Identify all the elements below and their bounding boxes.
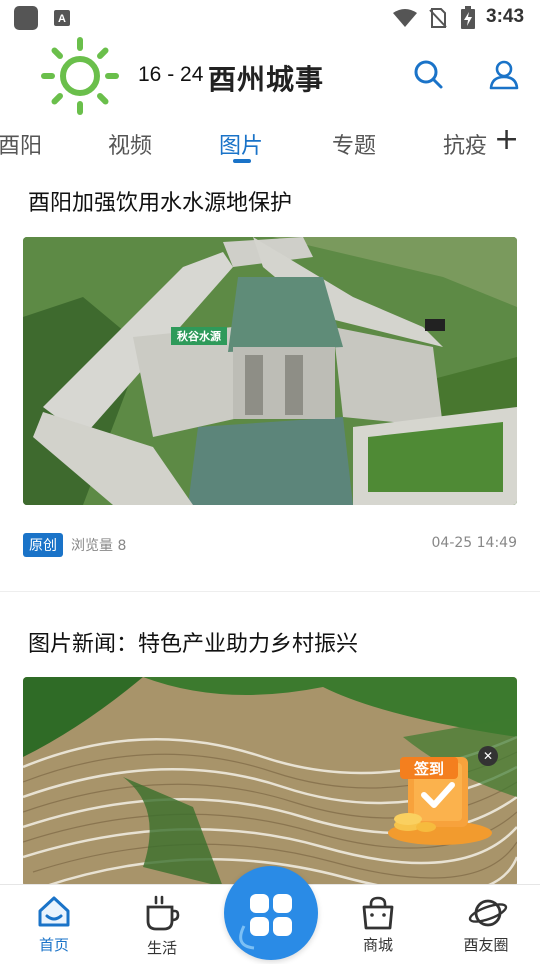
view-count: 浏览量 8 [71,538,127,554]
app-grid-icon [239,894,292,950]
status-time: 3:43 [486,6,525,27]
nav-label: 商城 [362,936,393,954]
checkin-label: 签到 [413,760,444,778]
reservoir-sign-text: 秋谷水源 [177,329,221,343]
article-meta: 原创 浏览量 8 04-25 14:49 [23,533,517,557]
tab-anti-epidemic[interactable]: 抗疫 [443,128,487,160]
original-badge: 原创 [23,533,63,557]
tab-youyang[interactable]: 酉阳 [0,128,42,160]
search-icon[interactable] [412,58,444,90]
text-notification-icon: A [54,10,70,26]
shopping-bag-icon [362,896,394,930]
wifi-icon [393,9,417,27]
svg-text:A: A [58,13,66,25]
center-app-button[interactable] [224,866,318,960]
app-header: 16 - 24 酉州城事 [0,36,540,116]
weather-temperature: 16 - 24 [138,63,204,86]
nav-mall[interactable]: 商城 [338,885,418,961]
article-divider [0,591,540,592]
tab-video[interactable]: 视频 [108,128,152,160]
nav-label: 生活 [146,939,177,957]
article-image-reservoir[interactable]: 秋谷水源 [23,237,517,505]
planet-icon [468,899,508,927]
app-notification-icon [14,6,38,30]
user-profile-icon[interactable] [488,58,520,90]
battery-charging-icon [461,6,475,29]
nav-label: 首页 [38,936,69,954]
add-tab-icon[interactable]: + [494,122,519,157]
nav-life[interactable]: 生活 [122,885,202,961]
coffee-cup-icon [146,895,180,931]
sun-weather-icon[interactable] [40,36,120,116]
publish-date: 04-25 14:49 [431,535,517,551]
article-title[interactable]: 图片新闻：特色产业助力乡村振兴 [28,626,358,658]
nav-home[interactable]: 首页 [14,885,94,961]
close-icon[interactable]: ✕ [478,746,498,766]
active-tab-indicator [233,159,251,163]
category-tabs: 酉阳 视频 图片 专题 抗疫 + [0,120,540,168]
home-icon [38,896,70,927]
nav-friends-circle[interactable]: 酉友圈 [446,885,526,961]
no-sim-icon [429,8,447,28]
nav-label: 酉友圈 [463,936,509,954]
tab-pictures[interactable]: 图片 [219,128,263,160]
tab-topics[interactable]: 专题 [332,128,376,160]
article-title[interactable]: 酉阳加强饮用水水源地保护 [28,185,292,217]
app-logo-title: 酉州城事 [208,63,325,96]
status-bar: A 3:43 [0,0,540,36]
